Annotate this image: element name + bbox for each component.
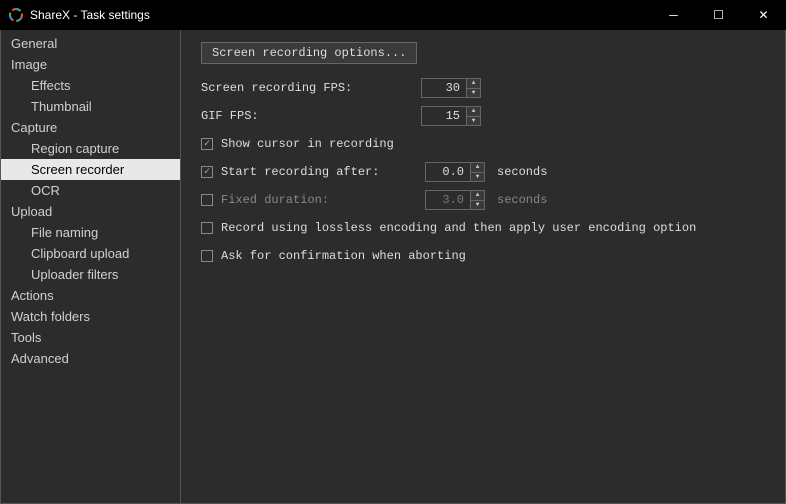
sidebar-item-advanced[interactable]: Advanced [1, 348, 180, 369]
app-icon [8, 7, 24, 23]
fixed-duration-spinner: 3.0 ▲ ▼ [425, 190, 485, 210]
window-title: ShareX - Task settings [30, 8, 651, 22]
sidebar-item-tools[interactable]: Tools [1, 327, 180, 348]
close-button[interactable]: ✕ [741, 0, 786, 30]
sidebar-item-ocr[interactable]: OCR [1, 180, 180, 201]
maximize-button[interactable]: ☐ [696, 0, 741, 30]
fps-up-icon[interactable]: ▲ [467, 79, 480, 89]
start-after-unit: seconds [497, 165, 547, 179]
sidebar-item-effects[interactable]: Effects [1, 75, 180, 96]
sidebar-item-watch-folders[interactable]: Watch folders [1, 306, 180, 327]
lossless-label: Record using lossless encoding and then … [221, 221, 696, 235]
confirm-abort-label: Ask for confirmation when aborting [221, 249, 466, 263]
fps-value: 30 [422, 81, 466, 95]
gif-fps-spinner[interactable]: 15 ▲ ▼ [421, 106, 481, 126]
gif-fps-up-icon[interactable]: ▲ [467, 107, 480, 117]
settings-panel: Screen recording options... Screen recor… [181, 30, 785, 503]
gif-fps-down-icon[interactable]: ▼ [467, 117, 480, 126]
sidebar-item-general[interactable]: General [1, 33, 180, 54]
gif-fps-value: 15 [422, 109, 466, 123]
fixed-duration-label: Fixed duration: [221, 193, 425, 207]
window-controls: ─ ☐ ✕ [651, 0, 786, 30]
sidebar-item-uploader-filters[interactable]: Uploader filters [1, 264, 180, 285]
fps-spinner[interactable]: 30 ▲ ▼ [421, 78, 481, 98]
fixed-duration-value: 3.0 [426, 193, 470, 207]
fixed-duration-unit: seconds [497, 193, 547, 207]
confirm-abort-checkbox[interactable] [201, 250, 213, 262]
sidebar-item-clipboard-upload[interactable]: Clipboard upload [1, 243, 180, 264]
sidebar-item-actions[interactable]: Actions [1, 285, 180, 306]
fixed-duration-checkbox[interactable] [201, 194, 213, 206]
show-cursor-checkbox[interactable] [201, 138, 213, 150]
fixed-duration-down-icon: ▼ [471, 201, 484, 210]
sidebar-item-capture[interactable]: Capture [1, 117, 180, 138]
gif-fps-label: GIF FPS: [201, 109, 421, 123]
screen-recording-options-button[interactable]: Screen recording options... [201, 42, 417, 64]
sidebar-item-upload[interactable]: Upload [1, 201, 180, 222]
start-after-up-icon[interactable]: ▲ [471, 163, 484, 173]
start-after-down-icon[interactable]: ▼ [471, 173, 484, 182]
sidebar-item-region-capture[interactable]: Region capture [1, 138, 180, 159]
fps-down-icon[interactable]: ▼ [467, 89, 480, 98]
start-after-checkbox[interactable] [201, 166, 213, 178]
lossless-checkbox[interactable] [201, 222, 213, 234]
content: GeneralImageEffectsThumbnailCaptureRegio… [0, 30, 786, 504]
fps-label: Screen recording FPS: [201, 81, 421, 95]
minimize-button[interactable]: ─ [651, 0, 696, 30]
show-cursor-label: Show cursor in recording [221, 137, 394, 151]
sidebar: GeneralImageEffectsThumbnailCaptureRegio… [1, 30, 181, 503]
sidebar-item-image[interactable]: Image [1, 54, 180, 75]
start-after-value: 0.0 [426, 165, 470, 179]
fixed-duration-up-icon: ▲ [471, 191, 484, 201]
sidebar-item-screen-recorder[interactable]: Screen recorder [1, 159, 180, 180]
start-after-spinner[interactable]: 0.0 ▲ ▼ [425, 162, 485, 182]
sidebar-item-file-naming[interactable]: File naming [1, 222, 180, 243]
sidebar-item-thumbnail[interactable]: Thumbnail [1, 96, 180, 117]
start-after-label: Start recording after: [221, 165, 425, 179]
titlebar: ShareX - Task settings ─ ☐ ✕ [0, 0, 786, 30]
